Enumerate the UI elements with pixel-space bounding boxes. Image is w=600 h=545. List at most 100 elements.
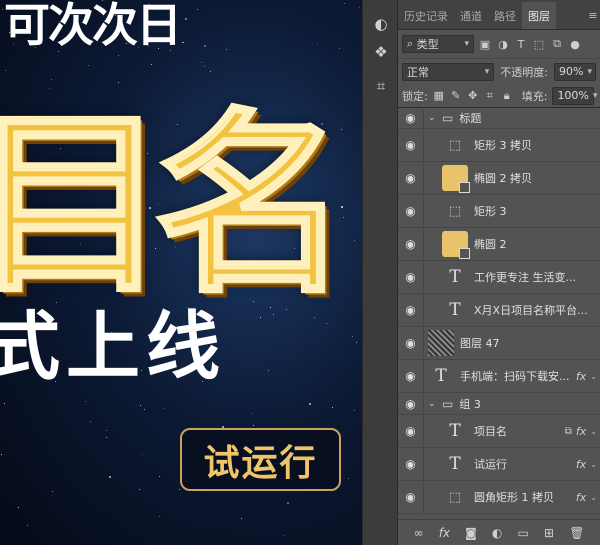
eye-icon[interactable]: ◉	[398, 228, 424, 260]
eye-icon[interactable]: ◉	[398, 129, 424, 161]
layer-row[interactable]: ◉ T 试运行 fx ⌄	[398, 448, 600, 481]
fx-icon[interactable]: fx	[439, 526, 450, 540]
star-dot	[109, 476, 111, 478]
star-dot	[85, 401, 86, 402]
lock-all-icon[interactable]: 🔒︎	[501, 89, 513, 103]
smart-filter-icon[interactable]: ⧉	[550, 37, 564, 51]
tab-history[interactable]: 历史记录	[398, 2, 454, 29]
opacity-label: 不透明度:	[500, 65, 548, 79]
blend-mode-value: 正常	[407, 65, 429, 79]
fill-value: 100%	[557, 89, 589, 102]
layer-row[interactable]: ◉ ⬚ 矩形 3	[398, 195, 600, 228]
layer-row[interactable]: ◉ T 项目名 ⧉ fx ⌄	[398, 415, 600, 448]
chevron-down-icon[interactable]: ⌄	[590, 493, 597, 502]
eye-icon[interactable]: ◉	[398, 481, 424, 513]
eye-icon[interactable]: ◉	[398, 327, 424, 359]
layer-row[interactable]: ◉ T 手机端：扫码下载安... fx ⌄	[398, 360, 600, 393]
layer-row[interactable]: ◉ 图层 47	[398, 327, 600, 360]
eye-icon[interactable]: ◉	[398, 261, 424, 293]
fill-field[interactable]: 100% ▾	[552, 86, 597, 105]
star-dot	[197, 9, 198, 10]
layer-list[interactable]: ◉ ⌄ ▭ 标题 ◉ ⬚ 矩形 3 拷贝 ◉ 椭圆 2 拷贝 ◉ ⬚ 矩形 3	[398, 107, 600, 519]
star-dot	[5, 70, 6, 71]
layer-row[interactable]: ◉ 椭圆 2 拷贝	[398, 162, 600, 195]
eye-icon[interactable]: ◉	[398, 294, 424, 326]
star-dot	[88, 65, 89, 66]
filter-toggle-icon[interactable]: ●	[568, 37, 582, 51]
fx-icon[interactable]: fx	[576, 370, 586, 383]
eye-icon[interactable]: ◉	[398, 448, 424, 480]
ellipse-thumbnail-icon	[442, 165, 470, 193]
text-layer-icon: T	[449, 454, 461, 474]
eye-icon[interactable]: ◉	[398, 360, 424, 392]
3d-icon[interactable]: ❖	[369, 40, 393, 64]
eye-icon[interactable]: ◉	[398, 195, 424, 227]
fx-icon[interactable]: fx	[576, 458, 586, 471]
pixel-thumbnail-icon	[428, 330, 454, 356]
new-layer-icon[interactable]: ⊞	[544, 526, 554, 540]
star-dot	[354, 410, 355, 411]
text-layer-icon: T	[435, 366, 447, 386]
document-canvas[interactable]: 可次次日 目名 式上线 试运行	[0, 0, 362, 545]
mask-icon[interactable]: ◙	[465, 526, 477, 540]
layer-row[interactable]: ◉ ⌄ ▭ 标题	[398, 107, 600, 129]
star-dot	[344, 3, 345, 4]
star-dot	[4, 403, 5, 404]
text-layer-icon: T	[449, 300, 461, 320]
star-dot	[51, 79, 52, 80]
shape-filter-icon[interactable]: ⬚	[532, 37, 546, 51]
tab-channels[interactable]: 通道	[454, 2, 488, 29]
layer-filter-row: ⌕ 类型 ▾ ▣ ◑ T ⬚ ⧉ ●	[398, 30, 600, 59]
filter-kind-select[interactable]: ⌕ 类型 ▾	[402, 35, 474, 53]
trash-icon[interactable]: 🗑︎	[569, 526, 584, 540]
layer-row[interactable]: ◉ ⬚ 圆角矩形 1 拷贝 fx ⌄	[398, 481, 600, 514]
adjustment-icon[interactable]: ◐	[492, 526, 502, 540]
star-dot	[159, 476, 160, 477]
adjust-icon[interactable]: ◐	[369, 12, 393, 36]
star-dot	[140, 405, 141, 406]
star-dot	[343, 217, 344, 218]
star-dot	[317, 44, 318, 45]
lock-transparent-icon[interactable]: ▦	[433, 89, 445, 102]
eye-icon[interactable]: ◉	[398, 162, 424, 194]
eye-icon[interactable]: ◉	[398, 107, 424, 128]
star-dot	[341, 206, 343, 208]
folder-icon[interactable]: ▭	[518, 526, 529, 540]
opacity-field[interactable]: 90% ▾	[554, 62, 596, 81]
link-icon[interactable]: ∞	[414, 526, 424, 540]
lock-paint-icon[interactable]: ✎	[450, 89, 462, 102]
crop-icon[interactable]: ⌗	[369, 74, 393, 98]
text-filter-icon[interactable]: T	[514, 37, 528, 51]
layer-row[interactable]: ◉ ⌄ ▭ 组 3	[398, 393, 600, 415]
blend-mode-select[interactable]: 正常 ▾	[402, 62, 495, 81]
fx-icon[interactable]: fx	[576, 425, 586, 438]
layer-row[interactable]: ◉ T X月X日项目名称平台...	[398, 294, 600, 327]
star-dot	[326, 323, 327, 324]
star-dot	[49, 88, 50, 89]
chevron-down-icon[interactable]: ⌄	[590, 372, 597, 381]
adjustment-filter-icon[interactable]: ◑	[496, 37, 510, 51]
eye-icon[interactable]: ◉	[398, 415, 424, 447]
star-dot	[151, 64, 152, 65]
layer-name: 圆角矩形 1 拷贝	[474, 491, 554, 504]
filter-kind-label: 类型	[416, 38, 439, 51]
panel-menu-icon[interactable]: ≡	[586, 2, 600, 29]
chevron-down-icon[interactable]: ⌄	[428, 399, 438, 409]
tab-layers[interactable]: 图层	[522, 2, 556, 29]
layer-row[interactable]: ◉ 椭圆 2	[398, 228, 600, 261]
pixel-filter-icon[interactable]: ▣	[478, 37, 492, 51]
fx-icon[interactable]: fx	[576, 491, 586, 504]
chevron-down-icon[interactable]: ⌄	[590, 460, 597, 469]
layer-row[interactable]: ◉ ⬚ 矩形 3 拷贝	[398, 129, 600, 162]
chevron-down-icon[interactable]: ⌄	[428, 113, 438, 123]
tab-paths[interactable]: 路径	[488, 2, 522, 29]
smart-object-icon: ⧉	[564, 425, 572, 437]
layer-row[interactable]: ◉ T 工作更专注 生活变...	[398, 261, 600, 294]
layer-name: 图层 47	[460, 337, 500, 350]
panel-footer: ∞ fx ◙ ◐ ▭ ⊞ 🗑︎	[398, 519, 600, 545]
star-dot	[309, 403, 311, 405]
lock-artboard-icon[interactable]: ⌗	[484, 89, 496, 103]
chevron-down-icon[interactable]: ⌄	[590, 427, 597, 436]
eye-icon[interactable]: ◉	[398, 393, 424, 414]
lock-position-icon[interactable]: ✥	[467, 89, 479, 102]
